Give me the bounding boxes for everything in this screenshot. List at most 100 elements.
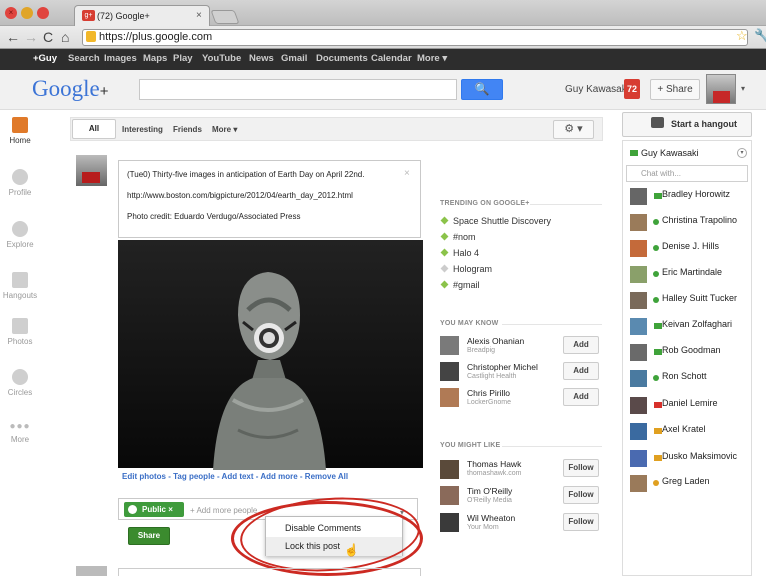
chat-contact-name[interactable]: Greg Laden	[662, 476, 710, 486]
avatar[interactable]	[630, 370, 647, 387]
avatar[interactable]	[440, 362, 459, 381]
nav-hangouts[interactable]: Hangouts	[0, 272, 40, 300]
gbar-news[interactable]: News	[249, 53, 274, 64]
chat-contact-name[interactable]: Rob Goodman	[662, 345, 721, 355]
chat-contact-name[interactable]: Denise J. Hills	[662, 241, 719, 251]
gbar-play[interactable]: Play	[173, 53, 193, 64]
notification-badge[interactable]: 72	[624, 79, 640, 99]
avatar[interactable]	[630, 188, 647, 205]
tab-all[interactable]: All	[72, 119, 116, 139]
nav-home[interactable]: Home	[0, 117, 40, 145]
person-name[interactable]: Tim O'Reilly	[467, 486, 512, 496]
reload-icon[interactable]: C	[43, 29, 53, 45]
nav-photos[interactable]: Photos	[0, 318, 40, 346]
avatar[interactable]	[706, 74, 736, 104]
gbar-gmail[interactable]: Gmail	[281, 53, 307, 64]
person-name[interactable]: Chris Pirillo	[467, 388, 510, 398]
star-icon[interactable]: ☆	[736, 28, 748, 44]
gbar-images[interactable]: Images	[104, 53, 137, 64]
tab-interesting[interactable]: Interesting	[122, 125, 163, 134]
nav-explore[interactable]: Explore	[0, 221, 40, 249]
person-name[interactable]: Thomas Hawk	[467, 459, 521, 469]
close-window-icon[interactable]: ×	[5, 7, 17, 19]
post-author-avatar[interactable]	[76, 155, 107, 186]
avatar[interactable]	[440, 460, 459, 479]
avatar[interactable]	[630, 423, 647, 440]
chat-contact-name[interactable]: Dusko Maksimovic	[662, 451, 737, 461]
post-photo[interactable]	[118, 240, 423, 470]
post-text-box[interactable]: (Tue0) Thirty-five images in anticipatio…	[118, 160, 421, 238]
nav-profile[interactable]: Profile	[0, 169, 40, 197]
share-submit-button[interactable]: Share	[128, 527, 170, 545]
avatar[interactable]	[630, 344, 647, 361]
url-input[interactable]: https://plus.google.com	[82, 29, 748, 46]
gbar-maps[interactable]: Maps	[143, 53, 167, 64]
person-name[interactable]: Christopher Michel	[467, 362, 538, 372]
gbar-plus-guy[interactable]: +Guy	[33, 53, 57, 64]
trending-item[interactable]: Halo 4	[440, 248, 479, 258]
trending-item[interactable]: #nom	[440, 232, 476, 242]
tab-more[interactable]: More ▾	[212, 125, 237, 134]
chat-search-input[interactable]: Chat with...	[626, 165, 748, 182]
lock-icon[interactable]	[86, 31, 96, 42]
chat-contact-name[interactable]: Daniel Lemire	[662, 398, 718, 408]
minimize-window-icon[interactable]	[21, 7, 33, 19]
chat-contact-name[interactable]: Ron Schott	[662, 371, 707, 381]
zoom-window-icon[interactable]	[37, 7, 49, 19]
avatar[interactable]	[630, 266, 647, 283]
avatar[interactable]	[440, 513, 459, 532]
chat-self[interactable]: Guy Kawasaki	[630, 148, 699, 158]
wrench-icon[interactable]: 🔧	[754, 28, 766, 44]
avatar-caret-icon[interactable]: ▾	[741, 84, 745, 93]
chat-contact-name[interactable]: Halley Suitt Tucker	[662, 293, 737, 303]
person-name[interactable]: Wil Wheaton	[467, 513, 515, 523]
photo-edit-links[interactable]: Edit photos - Tag people - Add text - Ad…	[122, 472, 348, 481]
trending-item[interactable]: Space Shuttle Discovery	[440, 216, 551, 226]
avatar[interactable]	[440, 486, 459, 505]
avatar[interactable]	[630, 450, 647, 467]
gbar-calendar[interactable]: Calendar	[371, 53, 412, 64]
new-tab-button[interactable]	[210, 10, 240, 24]
avatar[interactable]	[440, 336, 459, 355]
follow-button[interactable]: Follow	[563, 486, 599, 504]
close-icon[interactable]: ×	[404, 168, 410, 179]
gbar-search[interactable]: Search	[68, 53, 100, 64]
follow-button[interactable]: Follow	[563, 459, 599, 477]
follow-button[interactable]: Follow	[563, 513, 599, 531]
stream-settings-gear-button[interactable]: ⚙ ▾	[553, 120, 594, 139]
chat-contact-name[interactable]: Christina Trapolino	[662, 215, 737, 225]
tab-friends[interactable]: Friends	[173, 125, 202, 134]
add-button[interactable]: Add	[563, 336, 599, 354]
home-icon[interactable]: ⌂	[61, 29, 69, 45]
back-icon[interactable]: ←	[6, 29, 20, 45]
user-name[interactable]: Guy Kawasaki	[565, 84, 629, 95]
header-share-button[interactable]: + Share	[650, 79, 700, 100]
chat-contact-name[interactable]: Eric Martindale	[662, 267, 722, 277]
forward-icon[interactable]: →	[24, 29, 38, 45]
avatar[interactable]	[630, 318, 647, 335]
add-button[interactable]: Add	[563, 388, 599, 406]
avatar[interactable]	[630, 397, 647, 414]
chat-contact-name[interactable]: Keivan Zolfaghari	[662, 319, 732, 329]
start-hangout-button[interactable]: Start a hangout	[622, 112, 752, 137]
add-people-input[interactable]: + Add more people	[190, 506, 257, 515]
search-input[interactable]	[139, 79, 457, 100]
avatar[interactable]	[630, 240, 647, 257]
chat-contact-name[interactable]: Bradley Horowitz	[662, 189, 730, 199]
add-button[interactable]: Add	[563, 362, 599, 380]
search-button[interactable]: 🔍	[461, 79, 503, 100]
avatar[interactable]	[440, 388, 459, 407]
avatar[interactable]	[630, 475, 647, 492]
avatar[interactable]	[630, 214, 647, 231]
gbar-more[interactable]: More ▾	[417, 53, 447, 64]
avatar[interactable]	[630, 292, 647, 309]
nav-circles[interactable]: Circles	[0, 369, 40, 397]
next-post-avatar[interactable]	[76, 566, 107, 576]
tab-close-icon[interactable]: ×	[196, 10, 202, 21]
trending-item[interactable]: Hologram	[440, 264, 492, 274]
gbar-documents[interactable]: Documents	[316, 53, 368, 64]
person-name[interactable]: Alexis Ohanian	[467, 336, 524, 346]
gbar-youtube[interactable]: YouTube	[202, 53, 241, 64]
chevron-down-icon[interactable]: ▾	[737, 148, 747, 158]
chat-contact-name[interactable]: Axel Kratel	[662, 424, 706, 434]
